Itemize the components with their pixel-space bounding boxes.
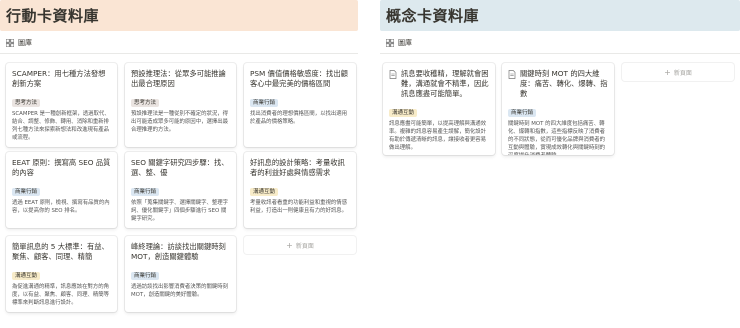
gallery-card[interactable]: 簡單訊息的 5 大標準：有益、聚焦、顧客、同理、精簡 溝通互動 為促進溝通的精準… (6, 236, 117, 312)
card-title: 訊息要收穫精，理解就會困難，溝通就會不精準，因此訊息應盡可能簡單。 (401, 69, 489, 98)
view-label: 圖庫 (398, 39, 412, 47)
plus-icon: + (664, 67, 671, 77)
document-icon (508, 70, 516, 79)
divider (380, 53, 740, 54)
document-icon (389, 70, 397, 79)
category-tag: 思考方法 (131, 99, 160, 107)
action-card-database: 行動卡資料庫 圖庫 SCAMPER：用七種方法發想創新方案 思考方法 SCAMP… (0, 0, 358, 312)
concept-card-database: 概念卡資料庫 圖庫 訊息要收穫精，理解就會困難，溝通就會不精準，因此訊息應盡可能… (380, 0, 740, 155)
category-tag: 思考方法 (12, 99, 41, 107)
gallery-card[interactable]: 好訊息的設計策略：考量收訊者的利益好處與情感需求 溝通互動 考量收訊者看重的功能… (244, 152, 356, 228)
new-page-label: 新頁面 (295, 242, 314, 250)
category-tag: 溝通互動 (12, 272, 41, 280)
card-title: SCAMPER：用七種方法發想創新方案 (12, 69, 106, 88)
card-title: 簡單訊息的 5 大標準：有益、聚焦、顧客、同理、精簡 (12, 242, 109, 261)
card-title: 關鍵時刻 MOT 的四大維度：痛苦、轉化、爆轉、指數 (520, 69, 608, 98)
new-page-button[interactable]: + 新頁面 (622, 63, 734, 81)
card-title: SEO 關鍵字研究四步驟：找、選、整、優 (131, 158, 229, 177)
card-title: 預設推理法：從眾多可能推論出最合理原因 (131, 69, 226, 88)
card-description: 找出消費者的理想價格區間，以找出適用於產品的價格策略。 (250, 111, 348, 125)
card-description: 透過 EEAT 原則，檢視、撰寫有品質的內容，以提高你的 SEO 排名。 (12, 200, 110, 214)
category-tag: 商業行銷 (131, 188, 160, 196)
card-description: 關鍵時刻 MOT 的四大維度包括痛苦、轉化、爆轉和指數，這些指標反映了消費者的不… (508, 121, 606, 155)
card-description: SCAMPER 是一種創新框架，透過取代、結合、調整、修飾、轉用、消除和重新排列… (12, 111, 110, 141)
category-tag: 商業行銷 (12, 188, 41, 196)
gallery-card[interactable]: 預設推理法：從眾多可能推論出最合理原因 思考方法 預設推理法是一種從別不確定的狀… (125, 63, 236, 147)
gallery-view-tab[interactable]: 圖庫 (6, 36, 32, 50)
new-page-label: 新頁面 (673, 69, 692, 77)
gallery-view-tab[interactable]: 圖庫 (386, 36, 412, 50)
database-header: 概念卡資料庫 (380, 0, 740, 31)
gallery-card[interactable]: 峰終理論：訪談找出關鍵時刻 MOT，創造關鍵體驗 商業行銷 透過訪談找出影響消費… (125, 236, 236, 312)
database-title[interactable]: 行動卡資料庫 (6, 5, 99, 26)
view-label: 圖庫 (18, 39, 32, 47)
card-description: 依照「蒐集關鍵字、選擇關鍵字、整理字詞、優化關鍵字」四個步驟進行 SEO 關鍵字… (131, 200, 229, 222)
category-tag: 商業行銷 (131, 272, 160, 280)
card-description: 為促進溝通的精準，訊息應該在對方的角度，以有益、聚焦、顧客、同理、精簡等標準來判… (12, 284, 110, 306)
card-description: 考量收訊者看重的功能利益和重視的情感利益，打造出一則健康且有力的好訊息。 (250, 200, 348, 214)
card-description: 預設推理法是一種從別不確定的狀況，得出可能造成眾多可能的原因中，選擇出最合理推理… (131, 111, 229, 133)
database-title[interactable]: 概念卡資料庫 (386, 5, 479, 26)
card-description: 訊息應盡可能簡單，以提高理解與溝通效率。複雜的訊息容易產生誤解，簡化設計有助於傳… (389, 121, 487, 151)
grid-icon (6, 39, 14, 47)
card-title: EEAT 原則：撰寫高 SEO 品質的內容 (12, 158, 111, 177)
gallery-card[interactable]: 關鍵時刻 MOT 的四大維度：痛苦、轉化、爆轉、指數 商業行銷 關鍵時刻 MOT… (502, 63, 614, 155)
category-tag: 商業行銷 (250, 99, 279, 107)
category-tag: 溝通互動 (250, 188, 279, 196)
gallery-card[interactable]: SCAMPER：用七種方法發想創新方案 思考方法 SCAMPER 是一種創新框架… (6, 63, 117, 147)
category-tag: 溝通互動 (389, 109, 418, 117)
card-title: PSM 價值價格敏感度：找出顧客心中最完美的價格區間 (250, 69, 348, 88)
new-page-button[interactable]: + 新頁面 (244, 236, 356, 254)
card-title: 峰終理論：訪談找出關鍵時刻 MOT，創造關鍵體驗 (131, 242, 226, 261)
gallery-card[interactable]: 訊息要收穫精，理解就會困難，溝通就會不精準，因此訊息應盡可能簡單。 溝通互動 訊… (383, 63, 495, 155)
gallery-card[interactable]: EEAT 原則：撰寫高 SEO 品質的內容 商業行銷 透過 EEAT 原則，檢視… (6, 152, 117, 228)
card-description: 透過訪談找出影響消費者決策的關鍵時刻 MOT，創造關鍵的美好體驗。 (131, 284, 229, 298)
divider (0, 53, 358, 54)
gallery-card[interactable]: SEO 關鍵字研究四步驟：找、選、整、優 商業行銷 依照「蒐集關鍵字、選擇關鍵字… (125, 152, 236, 228)
plus-icon: + (286, 240, 293, 250)
card-title: 好訊息的設計策略：考量收訊者的利益好處與情感需求 (250, 158, 345, 177)
category-tag: 商業行銷 (508, 109, 537, 117)
gallery-card[interactable]: PSM 價值價格敏感度：找出顧客心中最完美的價格區間 商業行銷 找出消費者的理想… (244, 63, 356, 147)
database-header: 行動卡資料庫 (0, 0, 358, 31)
grid-icon (386, 39, 394, 47)
